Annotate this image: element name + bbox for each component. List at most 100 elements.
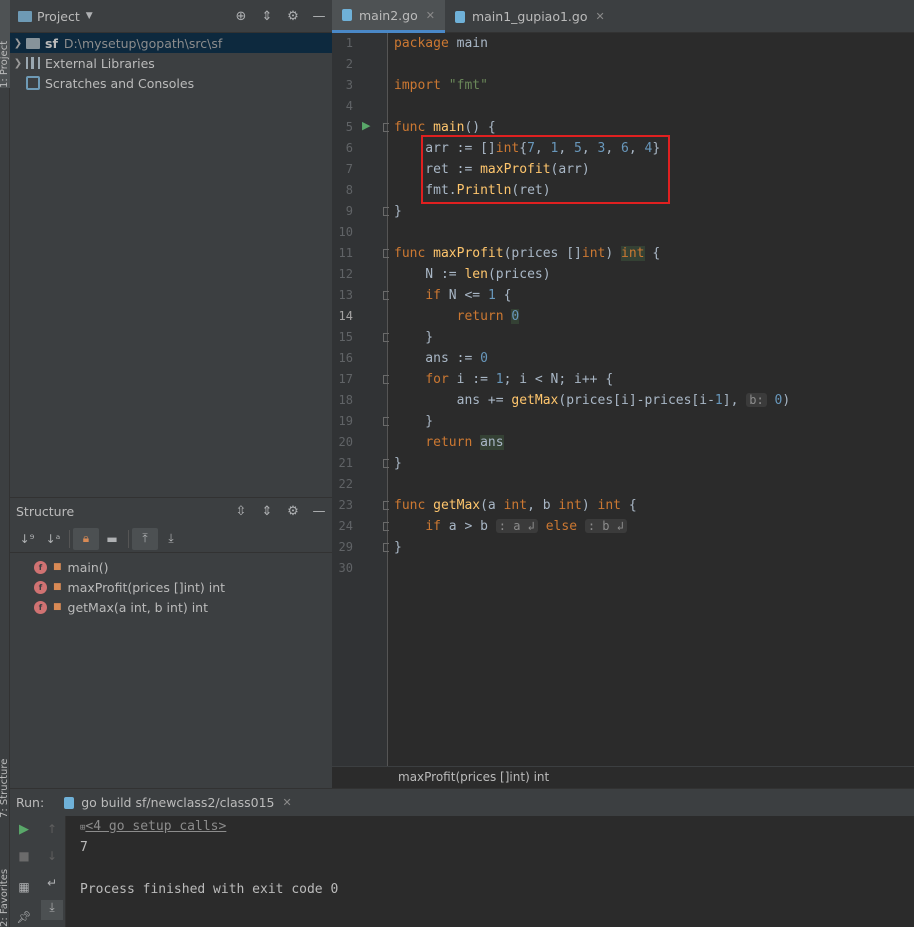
lock-icon: ■	[53, 602, 62, 612]
line-number: 17	[338, 372, 353, 386]
up-arrow-icon[interactable]: ↑	[38, 822, 66, 836]
autoscroll-from-source-icon[interactable]: ⤓	[158, 528, 184, 550]
folder-icon	[26, 37, 40, 49]
line-number: 9	[345, 204, 353, 218]
line-number: 24	[338, 519, 353, 533]
locate-icon[interactable]: ⊕	[228, 9, 254, 24]
expand-arrow-icon[interactable]: ❯	[10, 58, 26, 69]
tab-main2-go[interactable]: main2.go ✕	[332, 0, 445, 33]
console-setup-line[interactable]: ⊞<4 go setup calls>	[80, 819, 226, 834]
sort-by-visibility-icon[interactable]: ↓⁹	[14, 528, 40, 550]
tree-item-scratches[interactable]: Scratches and Consoles	[10, 73, 332, 93]
close-icon[interactable]: ✕	[595, 10, 604, 23]
tree-item-path: D:\mysetup\gopath\src\sf	[63, 35, 223, 51]
go-build-icon	[64, 796, 75, 809]
line-number: 15	[338, 330, 353, 344]
breadcrumb[interactable]: maxProfit(prices []int) int	[332, 766, 914, 788]
expand-arrow-icon[interactable]: ❯	[10, 38, 26, 49]
sort-alphabetically-icon[interactable]: ↓ᵃ	[40, 528, 66, 550]
code-line: }	[394, 540, 402, 555]
structure-item-maxprofit[interactable]: f ■ maxProfit(prices []int) int	[10, 577, 332, 597]
minimize-icon[interactable]: —	[306, 504, 332, 519]
gear-icon[interactable]: ⚙	[280, 9, 306, 24]
structure-toolbar: ↓⁹ ↓ᵃ 🔒︎ ▬ ⤒ ⤓	[10, 525, 332, 553]
tool-tab-project[interactable]: 1: Project	[0, 0, 10, 88]
collapse-all-icon[interactable]: ⇕	[254, 9, 280, 24]
left-tool-strip: 1: Project 7: Structure 2: Favorites	[0, 0, 10, 927]
run-tab[interactable]: go build sf/newclass2/class015 ✕	[64, 795, 292, 810]
function-badge-icon: f	[34, 560, 47, 574]
lock-icon: ■	[53, 582, 62, 592]
tool-tab-favorites[interactable]: 2: Favorites	[0, 840, 10, 927]
run-toolbar-left: ▶ ■ ▦ 📌︎	[10, 816, 38, 927]
structure-item-label: maxProfit(prices []int) int	[67, 579, 226, 595]
close-icon[interactable]: ✕	[426, 9, 435, 22]
code-line: }	[394, 414, 434, 429]
code-line: func maxProfit(prices []int) int {	[394, 246, 661, 261]
structure-panel: Structure ⇳ ⇕ ⚙ — ↓⁹ ↓ᵃ 🔒︎ ▬ ⤒ ⤓ f ■ mai…	[10, 497, 332, 788]
minimize-icon[interactable]: —	[306, 9, 332, 24]
code-line: import "fmt"	[394, 78, 488, 93]
project-folder-icon	[18, 10, 32, 22]
show-non-public-icon[interactable]: 🔒︎	[73, 527, 99, 550]
code-line: if N <= 1 {	[425, 288, 512, 303]
pin-icon[interactable]: 📌︎	[10, 910, 38, 924]
run-gutter-icon[interactable]: ▶	[362, 119, 370, 132]
line-number: 19	[338, 414, 353, 428]
dropdown-chevron-icon[interactable]: ▼	[86, 11, 93, 21]
tool-tab-structure[interactable]: 7: Structure	[0, 748, 10, 818]
code-line: N := len(prices)	[394, 267, 551, 282]
tree-item-label: Scratches and Consoles	[45, 75, 195, 91]
code-line: }	[394, 330, 434, 345]
project-title[interactable]: Project	[37, 9, 80, 24]
structure-item-label: main()	[67, 559, 109, 575]
line-number-current: 14	[338, 309, 353, 323]
run-toolbar-right: ↑ ↓ ↵ ⤓	[38, 816, 66, 927]
code-line: }	[394, 204, 402, 219]
layout-icon[interactable]: ▦	[10, 880, 38, 894]
scroll-to-end-icon[interactable]: ⤓	[41, 900, 63, 920]
tree-item-sf[interactable]: ❯ sf D:\mysetup\gopath\src\sf	[10, 33, 332, 53]
structure-item-main[interactable]: f ■ main()	[10, 557, 332, 577]
function-badge-icon: f	[34, 600, 47, 614]
stop-icon[interactable]: ■	[10, 849, 38, 863]
run-console[interactable]: ⊞<4 go setup calls> 7 Process finished w…	[66, 816, 914, 927]
console-exit-line: Process finished with exit code 0	[80, 882, 339, 897]
down-arrow-icon[interactable]: ↓	[38, 849, 66, 863]
gear-icon[interactable]: ⚙	[280, 504, 306, 519]
tree-item-external-libraries[interactable]: ❯ External Libraries	[10, 53, 332, 73]
line-number: 29	[338, 540, 353, 554]
run-label: Run:	[16, 795, 45, 810]
line-number: 21	[338, 456, 353, 470]
expand-all-icon[interactable]: ⇳	[228, 504, 254, 519]
tab-label: main1_gupiao1.go	[471, 9, 588, 24]
line-number: 11	[338, 246, 353, 260]
tab-main1-gupiao1-go[interactable]: main1_gupiao1.go ✕	[445, 0, 615, 33]
editor-tabs: main2.go ✕ main1_gupiao1.go ✕	[332, 0, 914, 33]
code-line: ans := 0	[394, 351, 488, 366]
line-number: 4	[345, 99, 353, 113]
annotation-box-main-body	[421, 135, 670, 204]
tree-item-label: sf	[45, 35, 58, 51]
rerun-icon[interactable]: ▶	[10, 822, 38, 837]
soft-wrap-icon[interactable]: ↵	[38, 876, 66, 890]
close-icon[interactable]: ✕	[283, 796, 292, 809]
parameter-hint: b:	[746, 393, 767, 407]
line-number: 2	[345, 57, 353, 71]
project-panel: Project ▼ ⊕ ⇕ ⚙ — ❯ sf D:\mysetup\gopath…	[10, 0, 332, 497]
code-line: ans += getMax(prices[i]-prices[i-1], b: …	[394, 393, 791, 408]
structure-item-label: getMax(a int, b int) int	[67, 599, 208, 615]
line-number: 10	[338, 225, 353, 239]
line-number: 18	[338, 393, 353, 407]
project-header: Project ▼ ⊕ ⇕ ⚙ —	[10, 0, 332, 33]
collapse-all-icon[interactable]: ⇕	[254, 504, 280, 519]
editor-gutter[interactable]: 1 2 3 4 5 6 7 8 9 10 11 12 13 14 15 16 1…	[332, 33, 392, 766]
line-number: 20	[338, 435, 353, 449]
run-header: Run: go build sf/newclass2/class015 ✕	[10, 788, 914, 816]
show-fields-icon[interactable]: ▬	[99, 528, 125, 550]
line-number: 12	[338, 267, 353, 281]
code-line: for i := 1; i < N; i++ {	[425, 372, 614, 387]
autoscroll-to-source-icon[interactable]: ⤒	[132, 527, 158, 550]
structure-item-getmax[interactable]: f ■ getMax(a int, b int) int	[10, 597, 332, 617]
function-badge-icon: f	[34, 580, 47, 594]
